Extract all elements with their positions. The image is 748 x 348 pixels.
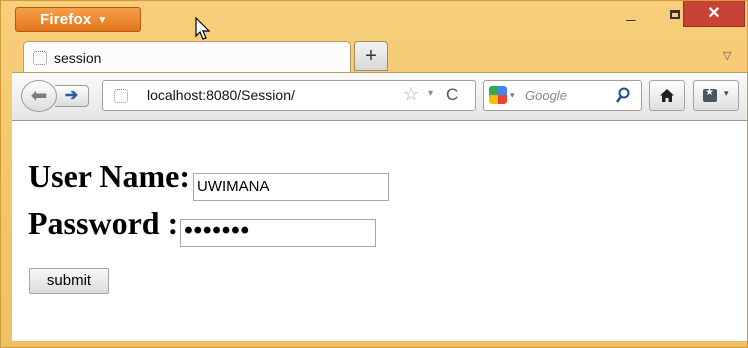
bookmarks-star-glyph: ★ [705, 87, 714, 98]
bookmarks-dropdown-icon: ▾ [724, 88, 729, 98]
firefox-menu-button[interactable]: Firefox ▼ [15, 7, 141, 32]
browser-window: Firefox ▼ _ ✕ session + ▽ ➔ ⬅ localhost:8… [0, 0, 748, 348]
title-bar: Firefox ▼ _ ✕ [1, 1, 747, 40]
page-favicon-icon [33, 51, 47, 65]
password-input[interactable]: ••••••• [180, 219, 377, 247]
site-identity-icon [114, 89, 128, 103]
list-all-tabs-button[interactable]: ▽ [723, 49, 731, 62]
minimize-button[interactable]: _ [609, 1, 653, 27]
forward-arrow-icon: ➔ [64, 87, 79, 104]
navigation-toolbar: ➔ ⬅ localhost:8080/Session/ ☆ ▾ C ▾ Goog… [12, 72, 747, 121]
history-dropdown-icon[interactable]: ▾ [428, 88, 433, 99]
bookmark-star-icon[interactable]: ☆ [403, 84, 419, 105]
back-arrow-icon: ⬅ [30, 85, 48, 107]
address-bar[interactable]: localhost:8080/Session/ ☆ ▾ C [102, 80, 476, 111]
username-label: User Name: [28, 158, 191, 194]
firefox-menu-label: Firefox [40, 11, 92, 28]
plus-icon: + [365, 45, 377, 67]
close-button[interactable]: ✕ [683, 1, 745, 27]
new-tab-button[interactable]: + [354, 41, 388, 71]
reload-icon[interactable]: C [446, 85, 458, 105]
username-input[interactable]: UWIMANA [193, 173, 390, 201]
url-text: localhost:8080/Session/ [147, 87, 295, 103]
page-content: User Name: UWIMANA Password : ••••••• subm… [12, 121, 747, 341]
maximize-icon [670, 10, 680, 19]
home-button[interactable] [649, 80, 685, 111]
close-icon: ✕ [707, 5, 721, 22]
minimize-icon: _ [626, 5, 636, 22]
search-bar[interactable]: ▾ Google [483, 80, 642, 111]
triangle-down-icon: ▽ [723, 50, 732, 62]
magnifier-icon[interactable] [615, 87, 631, 105]
google-engine-icon[interactable] [489, 86, 507, 104]
mouse-pointer-icon [195, 17, 211, 40]
bookmarks-button[interactable]: ★ ▾ [693, 80, 739, 111]
back-forward-group: ➔ ⬅ [21, 80, 105, 112]
tab-session[interactable]: session [23, 41, 351, 73]
password-label: Password : [28, 205, 179, 241]
tab-title: session [54, 50, 102, 66]
submit-button[interactable]: submit [29, 268, 109, 294]
search-placeholder: Google [525, 88, 567, 103]
forward-button[interactable]: ➔ [55, 85, 89, 107]
password-row: Password : ••••••• [28, 205, 377, 247]
engine-dropdown-icon[interactable]: ▾ [510, 90, 515, 101]
chevron-down-icon: ▼ [97, 15, 108, 26]
home-icon [660, 89, 674, 102]
username-row: User Name: UWIMANA [28, 158, 390, 201]
back-button[interactable]: ⬅ [21, 80, 57, 112]
